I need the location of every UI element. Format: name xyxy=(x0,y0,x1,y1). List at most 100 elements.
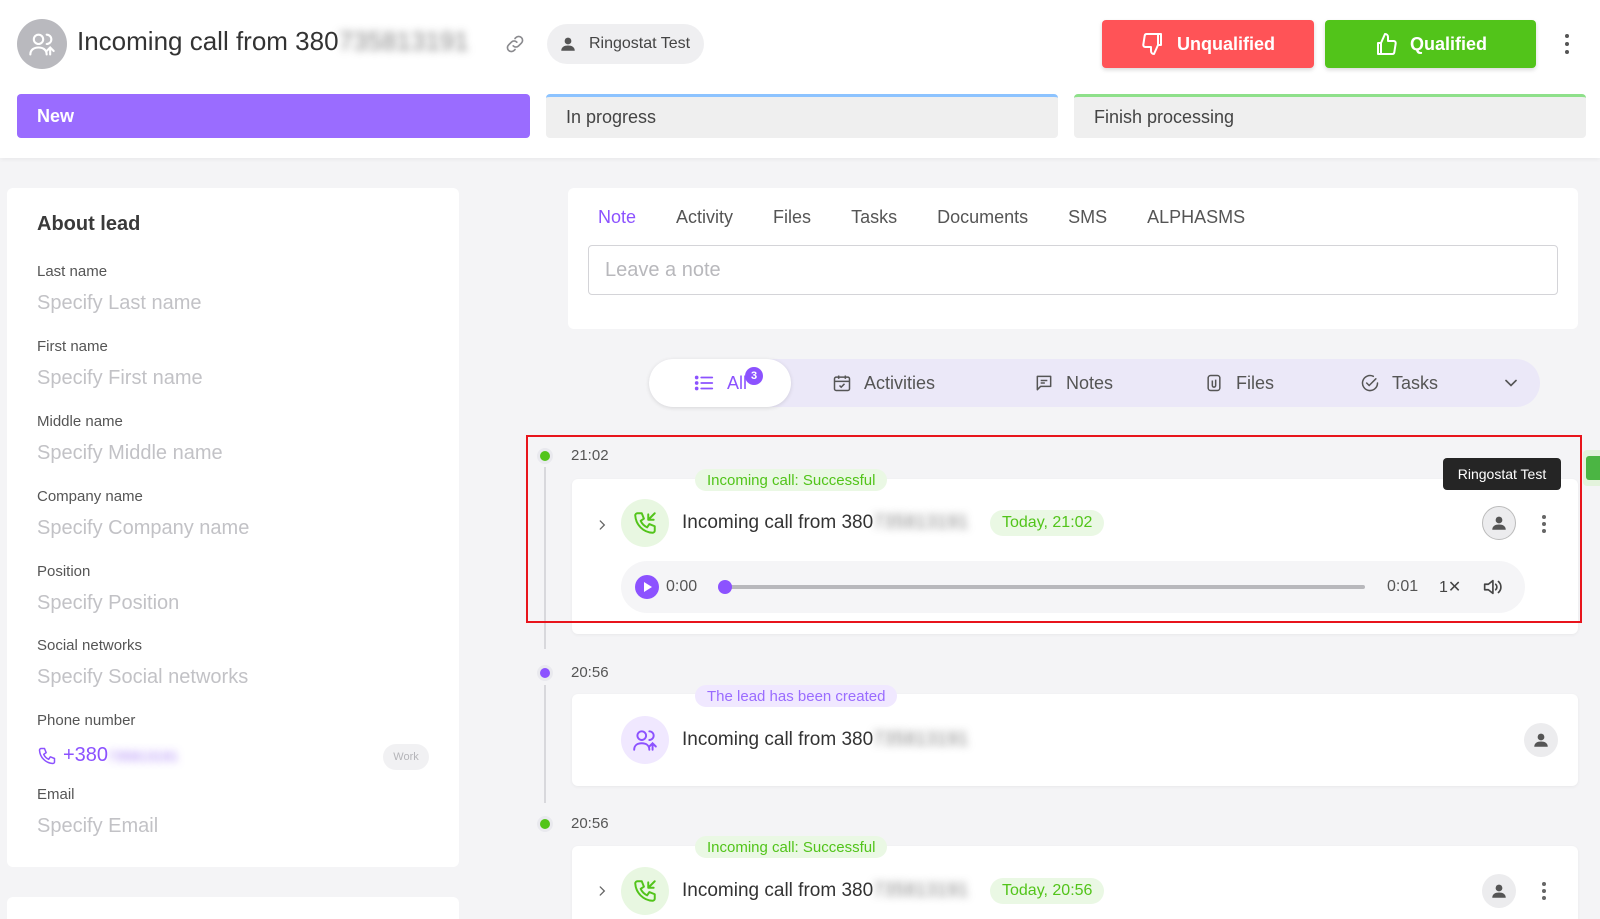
about-lead-title: About lead xyxy=(37,213,141,235)
assignee-tooltip: Ringostat Test xyxy=(1443,458,1561,490)
phone-number-link[interactable]: +380 735813191 xyxy=(37,744,178,767)
stage-new[interactable]: New xyxy=(17,94,530,138)
middle-name-field[interactable]: Specify Middle name xyxy=(37,442,223,465)
first-name-label: First name xyxy=(37,338,108,355)
entry-title: Incoming call from 380735813191 xyxy=(682,729,968,751)
calendar-icon xyxy=(833,375,851,392)
tab-sms[interactable]: SMS xyxy=(1068,207,1107,228)
check-circle-icon xyxy=(1361,374,1379,392)
user-icon xyxy=(561,37,575,51)
unqualified-button[interactable]: Unqualified xyxy=(1102,20,1314,68)
email-label: Email xyxy=(37,786,75,803)
timeline-time: 20:56 xyxy=(571,815,609,832)
assignee-avatar[interactable] xyxy=(1524,723,1558,757)
message-icon xyxy=(1036,375,1052,391)
composer-tabs: Note Activity Files Tasks Documents SMS … xyxy=(598,207,1285,228)
thumbs-up-icon xyxy=(1376,33,1397,55)
email-field[interactable]: Specify Email xyxy=(37,815,158,838)
note-composer: Note Activity Files Tasks Documents SMS … xyxy=(568,188,1578,329)
user-icon xyxy=(1492,884,1506,898)
filter-label: Files xyxy=(1236,372,1275,393)
phone-icon xyxy=(1586,456,1600,480)
position-label: Position xyxy=(37,563,91,580)
users-icon xyxy=(633,730,657,751)
paperclip-icon xyxy=(1207,374,1221,392)
note-input[interactable] xyxy=(588,245,1558,295)
middle-name-label: Middle name xyxy=(37,413,123,430)
tab-alphasms[interactable]: ALPHASMS xyxy=(1147,207,1245,228)
phone-prefix: +380 xyxy=(63,744,109,766)
tab-activity[interactable]: Activity xyxy=(676,207,733,228)
timeline-time: 20:56 xyxy=(571,664,609,681)
tab-tasks[interactable]: Tasks xyxy=(851,207,897,228)
filter-all-label: All xyxy=(726,372,747,393)
position-field[interactable]: Specify Position xyxy=(37,592,179,615)
phone-tag-badge: Work xyxy=(383,744,429,770)
lead-header: Incoming call from 380 735813191 Ringosta… xyxy=(0,0,1600,158)
masked-number: 735813191 xyxy=(873,729,969,750)
filter-label: Activities xyxy=(864,372,936,393)
filter-tasks[interactable]: Tasks xyxy=(1360,359,1438,407)
filter-notes[interactable]: Notes xyxy=(1034,359,1113,407)
lead-created-badge: The lead has been created xyxy=(695,685,898,707)
masked-number: 735813191 xyxy=(873,880,969,901)
first-name-field[interactable]: Specify First name xyxy=(37,367,203,390)
stage-label: In progress xyxy=(566,107,657,127)
company-name-field[interactable]: Specify Company name xyxy=(37,517,249,540)
filter-all-count: 3 xyxy=(745,367,763,385)
incoming-call-icon xyxy=(634,880,656,902)
list-icon xyxy=(694,375,714,391)
tab-files[interactable]: Files xyxy=(773,207,811,228)
call-type-icon xyxy=(621,867,669,915)
tab-documents[interactable]: Documents xyxy=(937,207,1028,228)
link-icon[interactable] xyxy=(504,33,526,55)
user-icon xyxy=(1534,733,1548,747)
company-name-label: Company name xyxy=(37,488,143,505)
qualified-label: Qualified xyxy=(1409,33,1487,54)
chevron-right-icon[interactable] xyxy=(595,884,609,898)
phone-number-label: Phone number xyxy=(37,712,136,729)
more-vertical-icon[interactable] xyxy=(1539,880,1549,902)
lead-type-icon xyxy=(621,716,669,764)
page-title-text: Incoming call from 380 xyxy=(77,26,339,56)
filter-files[interactable]: Files xyxy=(1204,359,1274,407)
chevron-down-icon[interactable] xyxy=(1501,373,1521,393)
owner-chip[interactable]: Ringostat Test xyxy=(547,24,705,64)
thumbs-down-icon xyxy=(1142,33,1162,55)
stage-label: Finish processing xyxy=(1094,107,1235,127)
entry-date-badge: Today, 20:56 xyxy=(990,878,1105,904)
owner-name: Ringostat Test xyxy=(589,35,691,52)
stage-in-progress[interactable]: In progress xyxy=(546,94,1058,138)
timeline-dot xyxy=(537,816,553,832)
social-networks-label: Social networks xyxy=(37,637,143,654)
phone-icon xyxy=(38,747,56,764)
tab-note[interactable]: Note xyxy=(598,207,636,228)
timeline-entry: Incoming call from 380735813191 xyxy=(572,694,1578,786)
stage-finish-processing[interactable]: Finish processing xyxy=(1074,94,1586,138)
lead-avatar xyxy=(17,19,67,69)
call-status-badge: Incoming call: Successful xyxy=(695,836,888,858)
entry-title-text: Incoming call from 380 xyxy=(682,880,874,901)
stage-label: New xyxy=(37,105,75,126)
entry-title-text: Incoming call from 380 xyxy=(682,729,874,750)
assignee-avatar[interactable] xyxy=(1482,874,1516,908)
last-name-label: Last name xyxy=(37,263,108,280)
masked-number: 735813191 xyxy=(338,26,469,56)
timeline-filter-bar: All 3 Activities Notes Files Tasks xyxy=(649,359,1540,407)
call-widget-tab[interactable] xyxy=(1583,450,1600,486)
qualified-button[interactable]: Qualified xyxy=(1325,20,1536,68)
filter-label: Notes xyxy=(1066,372,1114,393)
social-networks-field[interactable]: Specify Social networks xyxy=(37,666,248,689)
more-vertical-icon[interactable] xyxy=(1560,30,1574,58)
entry-title: Incoming call from 380735813191 xyxy=(682,880,968,902)
filter-all[interactable]: All 3 xyxy=(649,359,791,407)
filter-activities[interactable]: Activities xyxy=(832,359,935,407)
timeline-dot xyxy=(537,665,553,681)
page-title: Incoming call from 380 735813191 xyxy=(77,26,469,57)
users-icon xyxy=(29,33,55,56)
unqualified-label: Unqualified xyxy=(1177,33,1275,54)
filter-label: Tasks xyxy=(1392,372,1439,393)
timeline-line xyxy=(544,685,546,803)
highlight-frame xyxy=(526,435,1582,623)
last-name-field[interactable]: Specify Last name xyxy=(37,292,202,315)
